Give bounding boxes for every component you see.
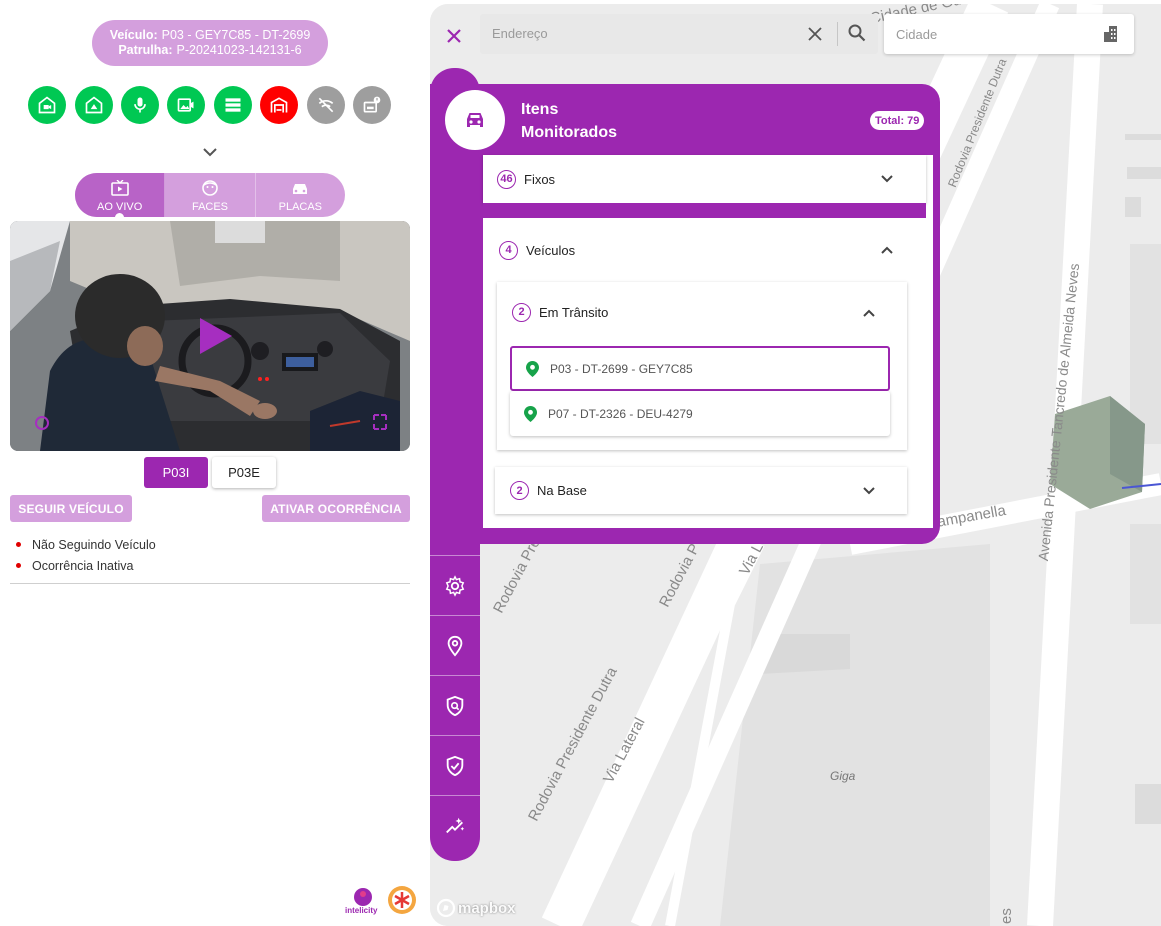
status-dot [16,542,21,547]
server-icon[interactable] [214,86,252,124]
sparkle-chart-icon [446,817,465,833]
live-video[interactable] [10,221,410,451]
camera-selector: P03I P03E [144,457,276,489]
accordion-label: Na Base [537,483,587,498]
device-alert-icon[interactable] [353,86,391,124]
chevron-up-icon [881,246,893,254]
status-text: Não Seguindo Veículo [32,537,156,552]
close-icon[interactable] [440,24,468,48]
chevron-down-icon[interactable] [200,144,220,162]
accordion-label: Veículos [526,242,576,258]
total-badge: Total: 79 [870,111,925,130]
divider [10,583,410,584]
patrol-label: Patrulha: [118,43,173,57]
microphone-icon[interactable] [121,86,159,124]
tab-live-label: AO VIVO [97,201,143,213]
map-label-giga: Giga [830,769,856,783]
count-badge: 2 [512,302,531,322]
chevron-down-icon [863,487,875,495]
vehicle-label: Veículo: [109,28,158,42]
status-icons-row [28,86,398,124]
search-divider [837,22,838,46]
status-dot [16,563,21,568]
intelicity-logo: intelicity [345,906,378,915]
count-badge: 2 [510,481,529,500]
tv-icon [110,180,129,196]
map-label-street: es [998,908,1015,924]
count-badge: 4 [499,240,518,260]
status-item: Não Seguindo Veículo [16,534,156,555]
city-placeholder: Cidade [896,27,938,42]
scrollbar[interactable] [928,155,932,490]
tab-faces-label: FACES [191,201,229,213]
signal-off-icon[interactable] [307,86,345,124]
security-search-button[interactable] [430,675,480,735]
shield-check-icon [446,755,464,776]
analytics-button[interactable] [430,795,480,855]
car-icon [293,184,308,194]
car-icon [467,113,483,127]
face-icon [202,180,218,196]
vehicle-info-badge: Veículo: P03 - GEY7C85 - DT-2699 Patrulha… [92,20,328,66]
camera-external-button[interactable]: P03E [212,457,276,488]
vehicle-item-label: P07 - DT-2326 - DEU-4279 [548,406,693,421]
city-icon [1104,26,1117,42]
security-check-button[interactable] [430,735,480,795]
camera-internal-button[interactable]: P03I [144,457,208,488]
vehicle-value: P03 - GEY7C85 - DT-2699 [161,28,311,42]
accordion-in-transit[interactable]: 2 Em Trânsito [497,290,907,334]
tab-plates[interactable]: PLACAS [256,173,345,217]
location-pin-icon [526,360,539,377]
monitored-title-line1: Itens [521,101,559,118]
city-search-input[interactable]: Cidade [884,14,1134,54]
shield-search-icon [446,695,464,716]
status-item: Ocorrência Inativa [16,555,156,576]
search-icon[interactable] [848,24,866,42]
chevron-up-icon [863,309,875,317]
activate-incident-button[interactable]: ATIVAR OCORRÊNCIA [262,495,410,522]
accordion-vehicles[interactable]: 4 Veículos [483,226,926,274]
monitored-title: Itens Monitorados [521,98,617,144]
brand-logos: intelicity [344,884,420,918]
monitored-avatar [445,90,505,150]
clear-icon[interactable] [808,27,822,41]
vehicle-item-label: P03 - DT-2699 - GEY7C85 [550,361,693,376]
chevron-down-icon [881,175,893,183]
location-pin-icon [447,635,463,657]
tab-live[interactable]: AO VIVO [75,173,166,217]
status-text: Ocorrência Inativa [32,558,134,573]
gear-icon [445,574,465,597]
mapbox-text: mapbox [458,899,516,917]
vehicle-panel: Veículo: P03 - GEY7C85 - DT-2699 Patrulha… [0,0,420,926]
mapbox-logo: mapbox [436,897,526,919]
home-camera-icon[interactable] [28,86,66,124]
vehicle-list-item[interactable]: P03 - DT-2699 - GEY7C85 [510,346,890,391]
location-pin-icon [524,405,537,422]
accordion-fixed[interactable]: 46 Fixos [483,155,926,203]
video-image-icon[interactable] [167,86,205,124]
garage-icon[interactable] [260,86,298,124]
follow-vehicle-button[interactable]: SEGUIR VEÍCULO [10,495,132,522]
address-search-input[interactable]: Endereço [480,14,878,54]
accordion-label: Fixos [524,171,556,187]
accordion-label: Em Trânsito [539,304,609,320]
settings-button[interactable] [430,555,480,615]
section-separator [483,203,926,218]
view-tabs: AO VIVO FACES PLACAS [75,173,345,217]
patrol-value: P-20241023-142131-6 [176,43,302,57]
home-alert-icon[interactable] [75,86,113,124]
vehicle-list-item[interactable]: P07 - DT-2326 - DEU-4279 [510,391,890,436]
count-badge: 46 [497,169,516,189]
address-placeholder: Endereço [492,26,548,41]
status-list: Não Seguindo Veículo Ocorrência Inativa [16,534,156,576]
accordion-at-base[interactable]: 2 Na Base [495,467,907,514]
mapbox-icon [436,898,456,918]
tab-faces[interactable]: FACES [165,173,256,217]
monitored-title-line2: Monitorados [521,124,617,141]
tab-plates-label: PLACAS [278,201,323,213]
location-button[interactable] [430,615,480,675]
